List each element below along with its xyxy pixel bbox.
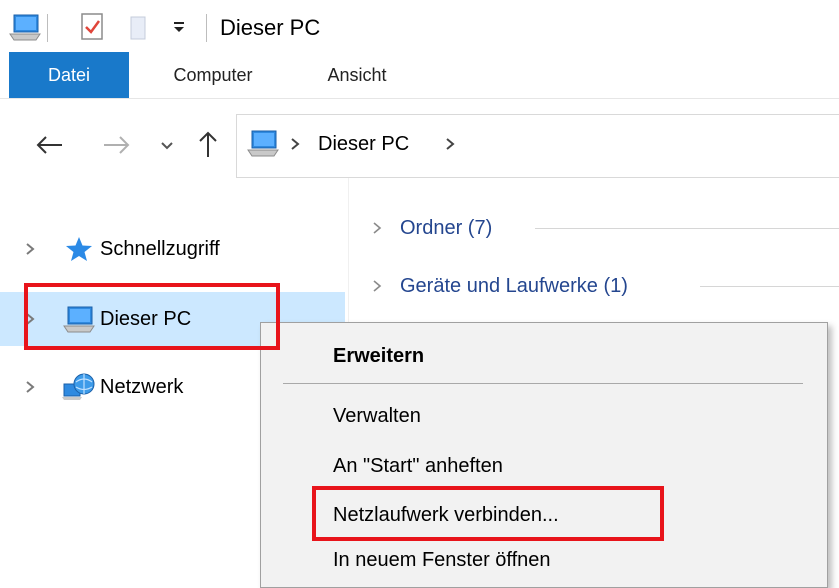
tab-computer[interactable]: Computer (158, 52, 268, 98)
menu-separator (283, 383, 803, 384)
nav-label: Schnellzugriff (100, 238, 220, 260)
title-bar: Dieser PC (0, 0, 839, 50)
arrow-up-icon (190, 125, 226, 165)
nav-item-quick-access[interactable]: Schnellzugriff (0, 222, 345, 276)
chevron-right-icon[interactable] (370, 266, 384, 306)
recent-locations-button[interactable] (155, 125, 179, 165)
star-icon (64, 235, 94, 263)
breadcrumb-chevron-icon[interactable] (288, 130, 302, 158)
back-button[interactable] (30, 125, 70, 165)
network-icon (62, 372, 96, 402)
arrow-left-icon (30, 125, 70, 165)
customize-toolbar-dropdown-icon[interactable] (172, 16, 186, 36)
computer-icon (246, 128, 280, 158)
group-divider (535, 228, 839, 229)
breadcrumb-chevron-icon[interactable] (443, 130, 457, 158)
group-folders[interactable]: Ordner (7) (370, 208, 839, 248)
ribbon-divider (0, 98, 839, 99)
forward-button[interactable] (96, 125, 136, 165)
properties-icon[interactable] (80, 11, 104, 41)
chevron-right-icon[interactable] (370, 208, 384, 248)
computer-icon[interactable] (8, 12, 42, 42)
chevron-right-icon[interactable] (23, 222, 37, 276)
tab-view[interactable]: Ansicht (312, 52, 402, 98)
breadcrumb-item-this-pc[interactable]: Dieser PC (318, 130, 409, 158)
group-devices-drives[interactable]: Geräte und Laufwerke (1) (370, 266, 839, 306)
nav-label: Netzwerk (100, 376, 184, 398)
up-button[interactable] (190, 125, 226, 165)
menu-item-manage[interactable]: Verwalten (333, 402, 421, 430)
tab-file[interactable]: Datei (9, 52, 129, 98)
menu-item-open-new-window[interactable]: In neuem Fenster öffnen (333, 546, 551, 574)
new-folder-icon[interactable] (128, 13, 152, 41)
chevron-down-icon (155, 125, 179, 165)
chevron-right-icon[interactable] (23, 360, 37, 414)
highlight-box-this-pc (24, 283, 280, 350)
group-divider (700, 286, 839, 287)
highlight-box-map-network-drive (312, 486, 664, 541)
group-header-label: Geräte und Laufwerke (1) (400, 275, 628, 297)
menu-item-pin-to-start[interactable]: An "Start" anheften (333, 452, 503, 480)
toolbar-separator (206, 14, 207, 42)
menu-item-expand[interactable]: Erweitern (333, 342, 424, 370)
group-header-label: Ordner (7) (400, 217, 493, 239)
toolbar-separator (47, 14, 48, 42)
window-title: Dieser PC (220, 15, 321, 40)
arrow-right-icon (96, 125, 136, 165)
